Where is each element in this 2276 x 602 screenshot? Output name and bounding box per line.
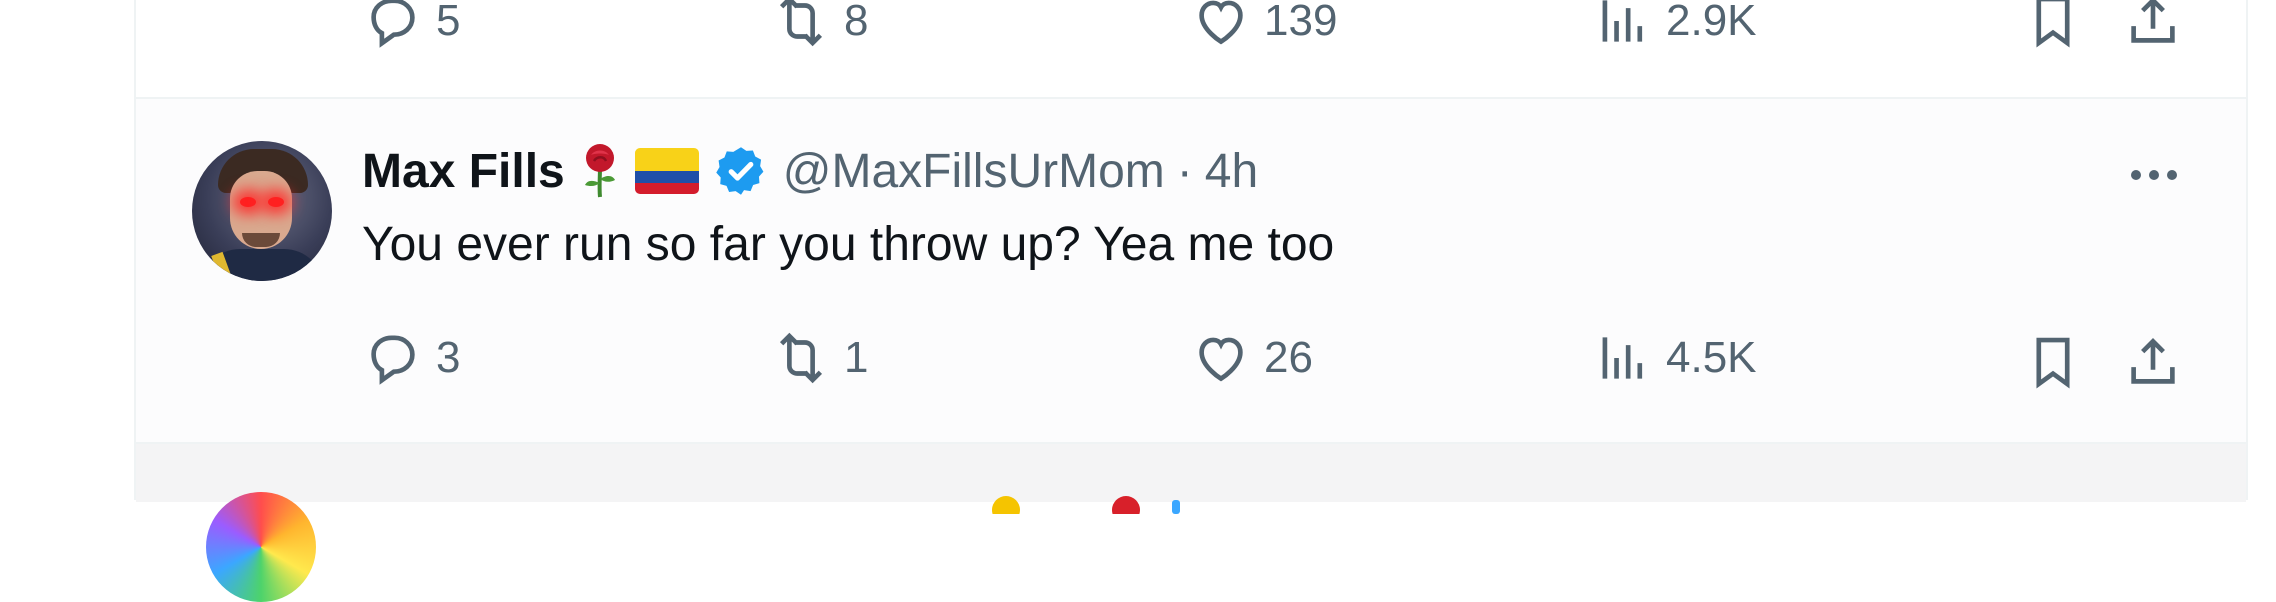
separator-dot: · (1176, 144, 1193, 198)
views-button[interactable]: 2.9K (1592, 0, 1757, 52)
reply-count: 3 (436, 333, 461, 382)
reply-count: 5 (436, 0, 461, 45)
analytics-icon (1602, 0, 1643, 42)
tweet-text: You ever run so far you throw up? Yea me… (362, 218, 1335, 271)
bookmark-icon (2036, 0, 2070, 48)
like-button[interactable]: 139 (1190, 0, 1337, 52)
author-name[interactable]: Max Fills (362, 144, 565, 199)
reply-button[interactable]: 3 (362, 327, 460, 389)
previous-tweet-action-bar: 5 8 139 2.9K (136, 0, 2246, 60)
reply-icon (371, 335, 415, 385)
timeline: 5 8 139 2.9K Max Fills @MaxFillsUrMom · … (134, 0, 2248, 602)
repost-icon (779, 0, 823, 47)
previous-tweet[interactable]: 5 8 139 2.9K (136, 0, 2246, 99)
bookmark-button[interactable] (2022, 331, 2084, 393)
more-options-icon[interactable] (2122, 143, 2186, 207)
timestamp[interactable]: 4h (1205, 144, 1258, 199)
views-count: 2.9K (1666, 0, 1757, 45)
avatar[interactable] (192, 141, 332, 281)
tweet-action-bar: 3 1 26 4.5K (136, 327, 2246, 397)
verified-badge-icon[interactable] (713, 143, 769, 199)
tweet-header: Max Fills @MaxFillsUrMom · 4h (362, 141, 1258, 201)
views-count: 4.5K (1666, 333, 1757, 382)
reply-button[interactable]: 5 (362, 0, 460, 52)
repost-button[interactable]: 1 (770, 327, 868, 389)
colombia-flag-icon (634, 148, 699, 194)
next-tweet-avatar[interactable] (206, 492, 316, 602)
heart-icon (1199, 0, 1243, 45)
repost-count: 8 (844, 0, 869, 45)
tweet[interactable]: Max Fills @MaxFillsUrMom · 4h You ever r… (136, 99, 2246, 442)
bookmark-icon (2036, 337, 2070, 389)
like-count: 26 (1264, 333, 1313, 382)
share-button[interactable] (2122, 331, 2184, 393)
repost-button[interactable]: 8 (770, 0, 868, 52)
share-icon (2131, 0, 2175, 43)
like-button[interactable]: 26 (1190, 327, 1313, 389)
like-count: 139 (1264, 0, 1338, 45)
repost-icon (779, 332, 823, 384)
analytics-icon (1602, 337, 1643, 379)
author-handle[interactable]: @MaxFillsUrMom (783, 144, 1165, 199)
share-icon (2131, 338, 2175, 384)
share-button[interactable] (2122, 0, 2184, 52)
next-tweet-emoji-icon (992, 496, 1180, 514)
heart-icon (1199, 337, 1243, 382)
reply-icon (371, 0, 415, 48)
next-tweet[interactable] (136, 442, 2246, 602)
views-button[interactable]: 4.5K (1592, 327, 1757, 389)
rose-emoji-icon (584, 144, 615, 198)
bookmark-button[interactable] (2022, 0, 2084, 52)
repost-count: 1 (844, 333, 869, 382)
